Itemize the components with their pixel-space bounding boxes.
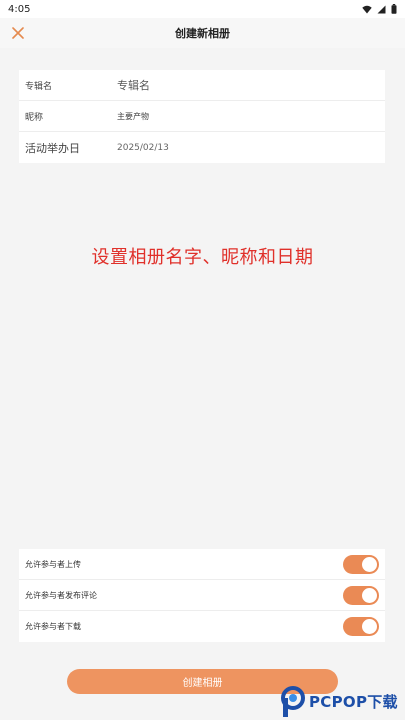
- pcpop-logo-icon: [281, 686, 305, 717]
- nickname-label: 昵称: [25, 112, 44, 123]
- toggle-row-download: 允许参与者下载: [19, 611, 385, 642]
- album-name-label: 专辑名: [25, 81, 53, 92]
- nickname-input[interactable]: 主要产物: [117, 111, 149, 122]
- album-name-input[interactable]: 专辑名: [117, 77, 150, 93]
- close-icon: [12, 27, 24, 39]
- signal-icon: [377, 5, 386, 13]
- wifi-icon: [362, 5, 372, 13]
- watermark: PCPOP下载: [280, 684, 405, 720]
- toggle-row-upload: 允许参与者上传: [19, 549, 385, 580]
- status-icons: [362, 4, 397, 14]
- watermark-text-block: PCPOP下载: [309, 694, 398, 710]
- event-date-label: 活动举办日: [25, 141, 80, 155]
- toggle-knob: [362, 587, 377, 603]
- download-toggle-label: 允许参与者下载: [25, 622, 81, 631]
- upload-toggle-label: 允许参与者上传: [25, 559, 81, 569]
- toggle-knob: [362, 619, 377, 634]
- instruction-caption: 设置相册名字、昵称和日期: [91, 247, 314, 268]
- battery-icon: [391, 4, 397, 14]
- toggle-knob: [362, 556, 377, 572]
- form-row-event-date[interactable]: 活动举办日 2025/02/13: [19, 132, 385, 163]
- status-bar: 4:05: [0, 0, 405, 18]
- download-toggle[interactable]: [343, 617, 379, 636]
- status-time: 4:05: [8, 3, 31, 15]
- page-title: 创建新相册: [175, 27, 230, 40]
- form-row-album-name[interactable]: 专辑名 专辑名: [19, 70, 385, 101]
- form-row-nickname[interactable]: 昵称 主要产物: [19, 101, 385, 132]
- toggle-row-comment: 允许参与者发布评论: [19, 580, 385, 611]
- upload-toggle[interactable]: [343, 554, 379, 574]
- comment-toggle-label: 允许参与者发布评论: [25, 590, 97, 600]
- album-form: 专辑名 专辑名 昵称 主要产物 活动举办日 2025/02/13: [19, 70, 385, 163]
- watermark-text: PCPOP下载: [309, 693, 398, 711]
- app-header: 创建新相册: [0, 18, 405, 48]
- comment-toggle[interactable]: [343, 585, 379, 605]
- permissions-card: 允许参与者上传 允许参与者发布评论 允许参与者下载: [19, 549, 385, 642]
- event-date-input[interactable]: 2025/02/13: [117, 143, 169, 153]
- close-button[interactable]: [8, 23, 28, 43]
